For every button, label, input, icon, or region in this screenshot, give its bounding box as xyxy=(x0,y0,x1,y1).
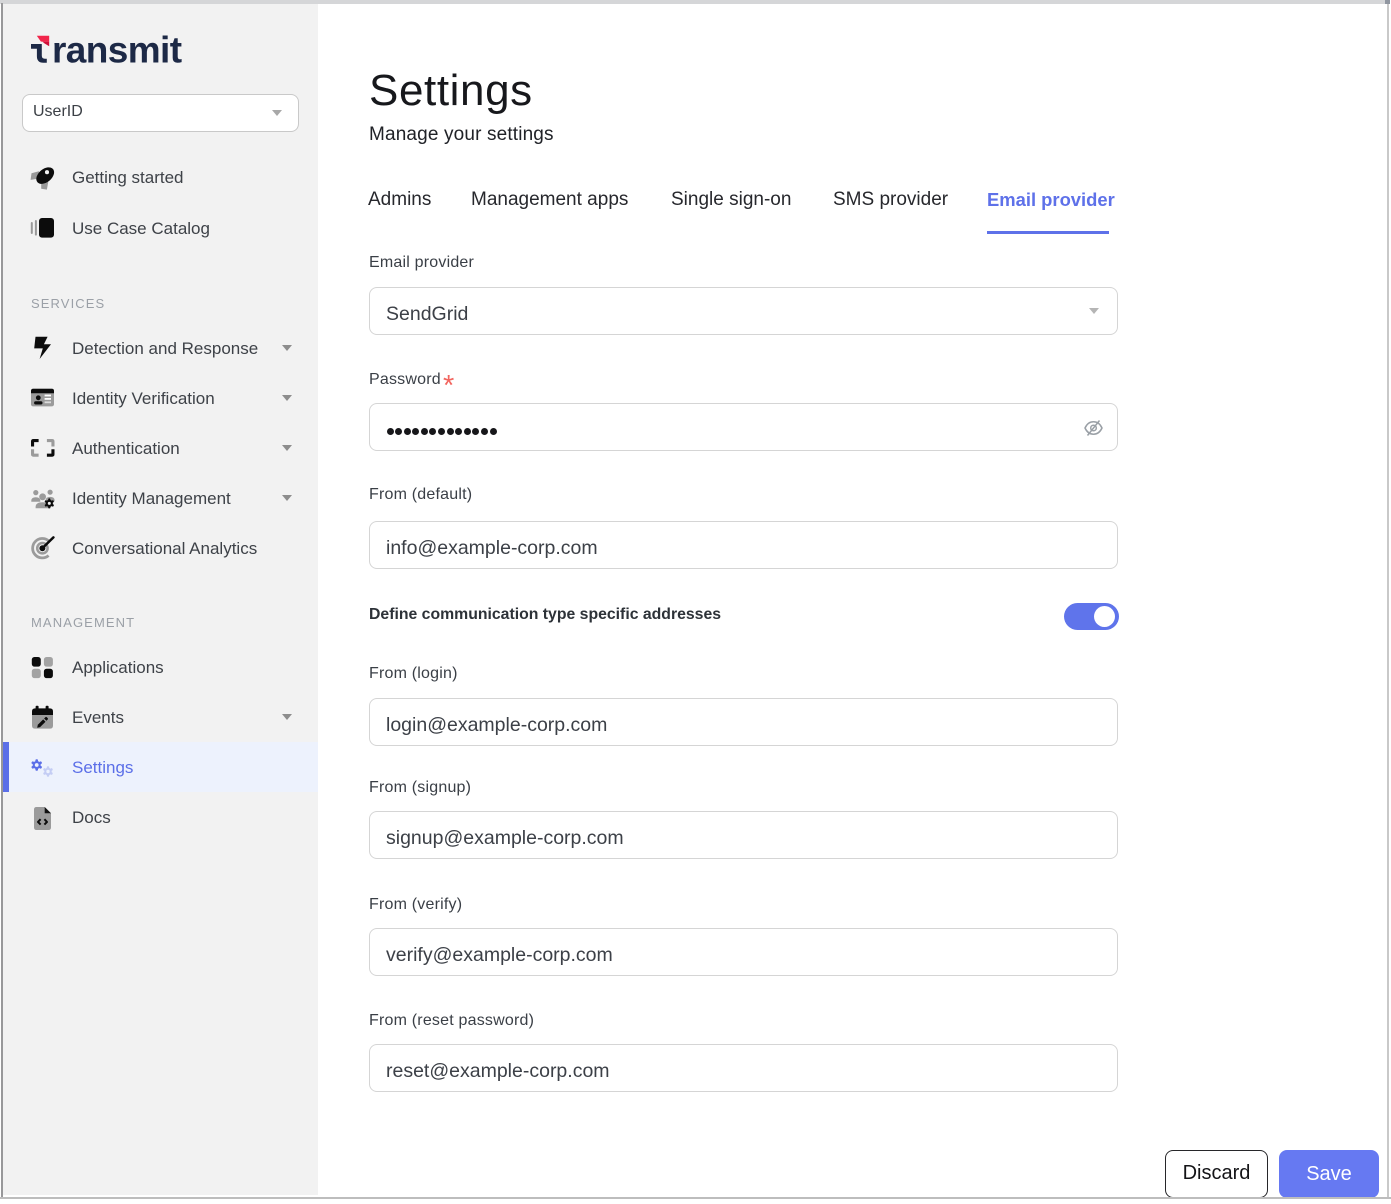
svg-text:ransmit: ransmit xyxy=(52,30,182,66)
